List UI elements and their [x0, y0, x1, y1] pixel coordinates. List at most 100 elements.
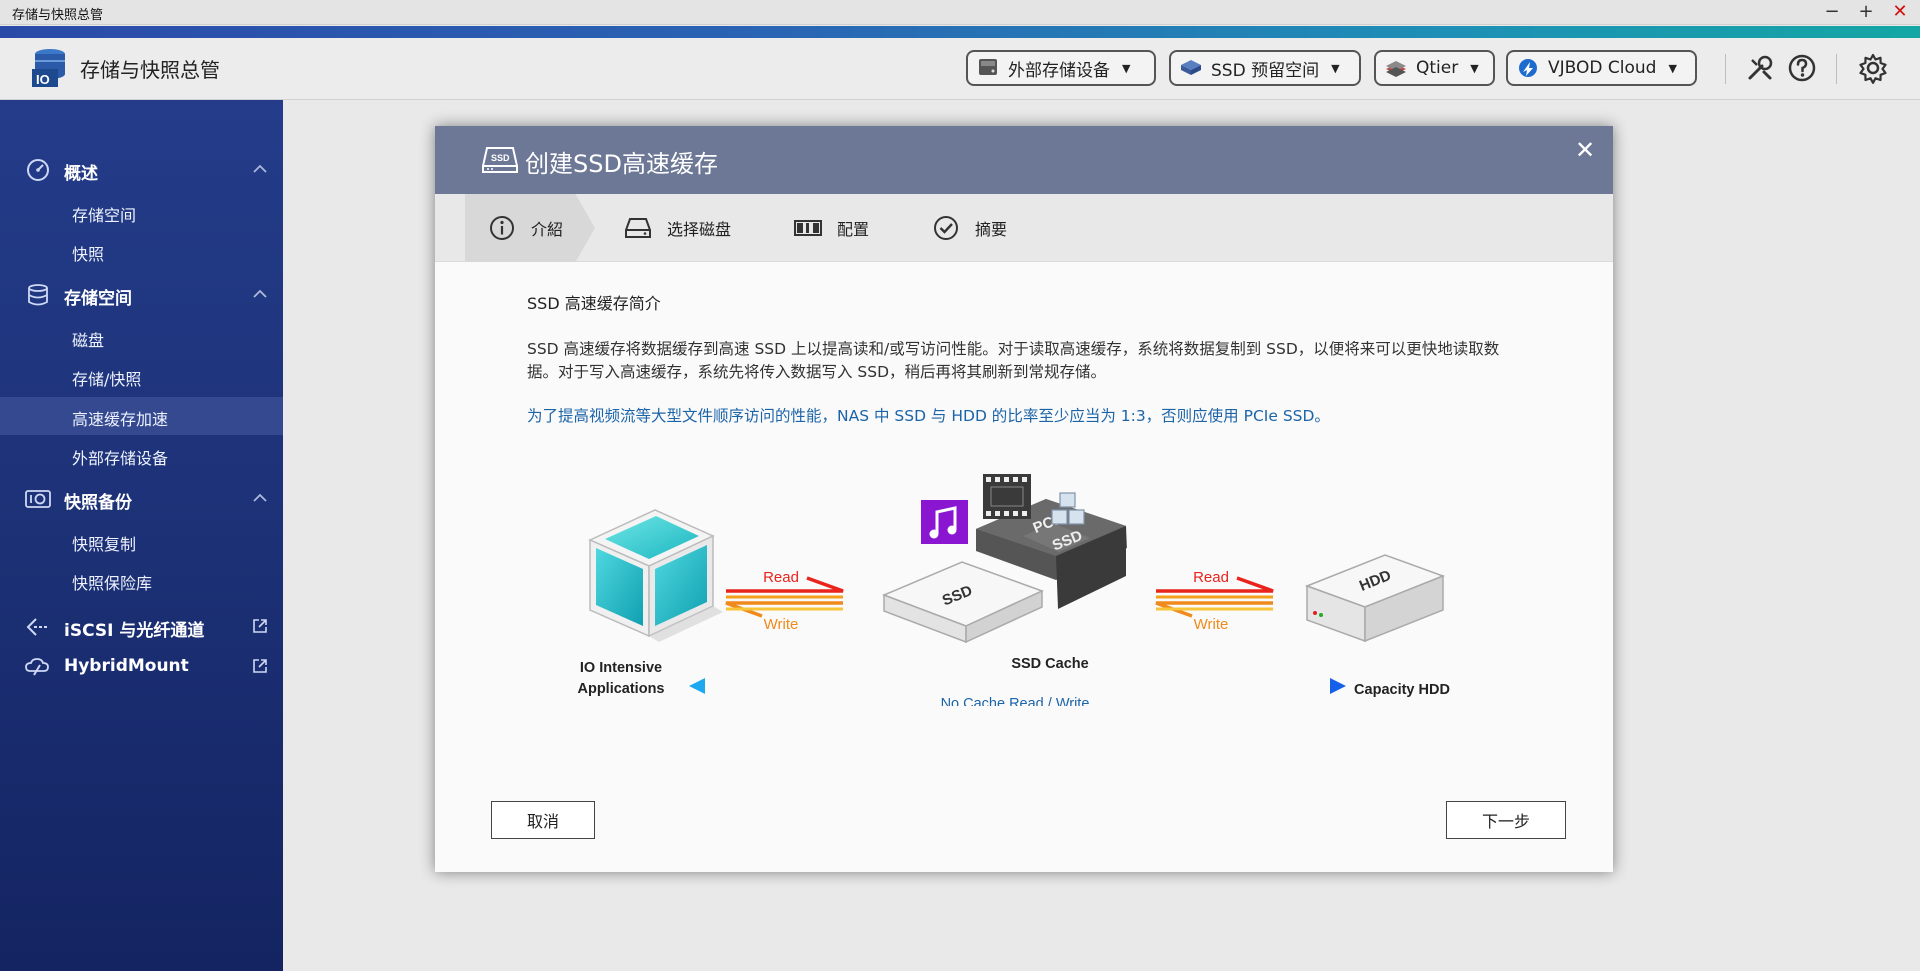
chevron-up-icon	[253, 493, 267, 502]
sidebar-item-snapshot-replica[interactable]: 快照复制	[0, 522, 283, 560]
accent-strip	[0, 26, 1920, 38]
ssd-overprovision-label: SSD 预留空间	[1211, 60, 1320, 81]
sidebar-item-label: 快照复制	[72, 535, 137, 554]
step-intro[interactable]: 介紹	[487, 194, 563, 262]
external-storage-button[interactable]: 外部存储设备 ▼	[966, 50, 1156, 86]
sidebar-item-disks[interactable]: 磁盘	[0, 318, 283, 356]
app-title: 存储与快照总管	[80, 58, 220, 82]
step-summary[interactable]: 摘要	[931, 194, 1007, 262]
app-header: IO 存储与快照总管 外部存储设备 ▼ SSD 预留空间 ▼ Qtier ▼ V…	[0, 38, 1920, 100]
info-icon	[490, 216, 514, 240]
read-label-left: Read	[763, 569, 799, 586]
chevron-down-icon: ▼	[1668, 61, 1677, 75]
intro-recommendation: 为了提高视频流等大型文件顺序访问的性能，NAS 中 SSD 与 HDD 的比率至…	[527, 407, 1330, 425]
qtier-label: Qtier	[1416, 58, 1459, 78]
tools-icon[interactable]	[1744, 52, 1776, 84]
cancel-button[interactable]: 取消	[491, 801, 595, 839]
check-circle-icon	[934, 216, 958, 240]
film-icon	[983, 474, 1031, 519]
sidebar-link-iscsi[interactable]: iSCSI 与光纤通道	[0, 607, 283, 647]
header-separator	[1725, 54, 1726, 84]
io-app-label-line1: IO Intensive	[580, 660, 662, 676]
sidebar-section-label: 存储空间	[64, 289, 132, 309]
ssd-icon: SSD	[482, 147, 518, 173]
sidebar-link-label: iSCSI 与光纤通道	[64, 621, 205, 641]
sidebar-item-label: 外部存储设备	[72, 449, 169, 468]
window-title: 存储与快照总管	[12, 8, 104, 23]
sidebar-item-snapshot-vault[interactable]: 快照保险库	[0, 561, 283, 599]
dashboard-icon	[27, 159, 49, 181]
chevron-up-icon	[253, 164, 267, 173]
iscsi-icon	[26, 618, 48, 636]
ssd-cache-diagram: IO Intensive Applications Read Write PCI…	[577, 474, 1450, 706]
sidebar-item-storage-space[interactable]: 存储空间	[0, 193, 283, 231]
step-configure[interactable]: 配置	[793, 194, 869, 262]
minimize-button[interactable]: −	[1818, 1, 1846, 23]
vjbod-cloud-icon	[1519, 59, 1537, 77]
sidebar-section-overview[interactable]: 概述	[0, 150, 283, 190]
qtier-icon	[1386, 61, 1406, 77]
intro-title: SSD 高速缓存简介	[527, 294, 661, 313]
window-titlebar: 存储与快照总管 − + ✕	[0, 0, 1920, 25]
config-icon	[794, 220, 822, 236]
sidebar-section-label: 概述	[64, 164, 98, 184]
help-icon[interactable]	[1786, 52, 1818, 84]
no-cache-arrow	[689, 678, 1346, 694]
chevron-down-icon: ▼	[1470, 61, 1479, 75]
sidebar-item-storage-snapshots[interactable]: 存储/快照	[0, 357, 283, 395]
step-label: 介紹	[531, 220, 564, 239]
sidebar-section-snapshot-backup[interactable]: 快照备份	[0, 479, 283, 519]
database-icon	[28, 284, 48, 306]
svg-text:SSD: SSD	[491, 153, 510, 163]
disk-icon	[625, 218, 651, 238]
sidebar-link-hybridmount[interactable]: HybridMount	[0, 647, 283, 687]
sidebar-section-storage[interactable]: 存储空间	[0, 275, 283, 315]
ssd-overprovision-button[interactable]: SSD 预留空间 ▼	[1169, 50, 1361, 86]
sidebar-item-external-storage[interactable]: 外部存储设备	[0, 436, 283, 474]
external-storage-icon	[979, 59, 997, 75]
ssd-overprovision-icon	[1181, 60, 1201, 75]
dialog-close-button[interactable]: ✕	[1573, 138, 1597, 162]
sidebar: 概述 存储空间 快照 存储空间 磁盘 存储/快照 高速缓存加速 外部存储设备 快…	[0, 100, 283, 971]
external-link-icon	[253, 659, 267, 673]
external-storage-label: 外部存储设备	[1008, 60, 1110, 81]
sidebar-link-label: HybridMount	[64, 656, 189, 676]
io-app-label-line2: Applications	[577, 681, 664, 697]
sidebar-section-label: 快照备份	[64, 493, 132, 513]
close-window-button[interactable]: ✕	[1886, 1, 1914, 23]
sidebar-item-cache-acceleration[interactable]: 高速缓存加速	[0, 397, 283, 435]
write-label-left: Write	[764, 616, 799, 633]
storage-app-logo-icon: IO	[32, 49, 65, 87]
sidebar-item-snapshot[interactable]: 快照	[0, 232, 283, 270]
svg-text:IO: IO	[36, 72, 50, 87]
snapshot-icon	[25, 490, 51, 508]
music-icon	[921, 500, 968, 544]
step-label: 摘要	[975, 220, 1008, 239]
next-button[interactable]: 下一步	[1446, 801, 1566, 839]
sidebar-item-label: 存储空间	[72, 206, 137, 225]
chevron-down-icon: ▼	[1331, 61, 1340, 75]
qtier-button[interactable]: Qtier ▼	[1374, 50, 1495, 86]
sidebar-item-label: 存储/快照	[72, 370, 142, 389]
hybridmount-icon	[25, 658, 49, 676]
create-ssd-cache-dialog: SSD 创建SSD高速缓存 ✕ 介紹 选择磁盘 配置 摘要 SSD 高速缓存简介…	[435, 126, 1613, 872]
wizard-steps: 介紹 选择磁盘 配置 摘要	[435, 194, 1613, 262]
io-applications-graphic	[588, 509, 723, 642]
no-cache-label: No Cache Read / Write	[941, 696, 1090, 706]
sidebar-item-label: 快照保险库	[72, 574, 153, 593]
external-link-icon	[253, 619, 267, 633]
gear-icon[interactable]	[1857, 52, 1889, 84]
chevron-down-icon: ▼	[1122, 61, 1131, 75]
dialog-header: SSD 创建SSD高速缓存 ✕	[435, 126, 1613, 194]
read-label-right: Read	[1193, 569, 1229, 586]
step-select-disk[interactable]: 选择磁盘	[623, 194, 731, 262]
step-label: 选择磁盘	[667, 220, 732, 239]
ssd-cache-label: SSD Cache	[1011, 656, 1088, 672]
sidebar-item-label: 磁盘	[72, 331, 105, 350]
vjbod-cloud-button[interactable]: VJBOD Cloud ▼	[1506, 50, 1697, 86]
maximize-button[interactable]: +	[1852, 1, 1880, 23]
sidebar-item-label: 高速缓存加速	[72, 410, 169, 429]
header-separator	[1836, 54, 1837, 84]
capacity-hdd-label: Capacity HDD	[1354, 682, 1450, 698]
sidebar-item-label: 快照	[72, 245, 105, 264]
